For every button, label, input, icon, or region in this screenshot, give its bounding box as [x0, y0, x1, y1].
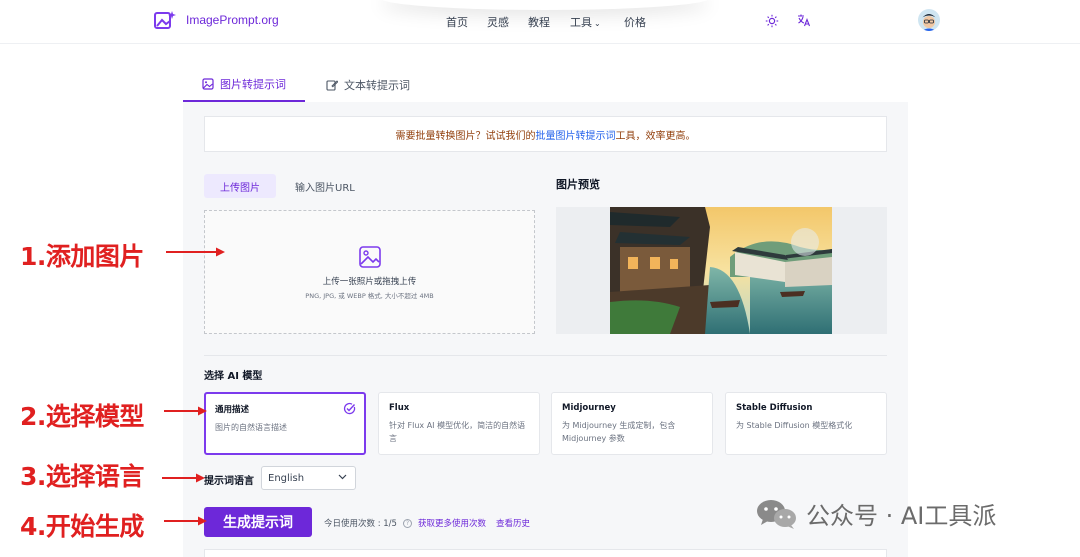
- arrow-right-icon: [162, 473, 205, 483]
- nav-tools-label: 工具: [570, 16, 592, 29]
- view-history-link[interactable]: 查看历史: [496, 517, 530, 529]
- image-upload-icon: [358, 245, 381, 268]
- edit-icon: [326, 80, 338, 91]
- translate-icon[interactable]: [797, 13, 811, 27]
- canal-town-painting: [610, 207, 832, 334]
- language-label: 提示词语言: [204, 476, 254, 487]
- check-circle-icon: [343, 402, 356, 415]
- upload-dropzone[interactable]: 上传一张照片或拖拽上传 PNG, JPG, 或 WEBP 格式, 大小不超过 4…: [204, 210, 535, 334]
- nav-pricing[interactable]: 价格: [624, 14, 646, 30]
- tab-text-to-prompt[interactable]: 文本转提示词: [326, 68, 410, 102]
- arrow-right-icon: [164, 516, 207, 526]
- notice-suffix: 工具，效率更高。: [615, 130, 696, 142]
- model-name: Stable Diffusion: [736, 403, 813, 413]
- model-desc: 针对 Flux AI 模型优化，简洁的自然语言: [389, 421, 526, 443]
- page: ImagePrompt.org 首页 灵感 教程 工具 ⌄ 价格 图片转提示词 …: [0, 0, 1080, 557]
- tab-upload-image[interactable]: 上传图片: [204, 174, 276, 198]
- watermark-text: 公众号 · AI工具派: [806, 502, 997, 530]
- upload-hint: PNG, JPG, 或 WEBP 格式, 大小不超过 4MB: [305, 291, 434, 300]
- wechat-icon: [757, 499, 796, 529]
- batch-notice: 需要批量转换图片？试试我们的 批量图片转提示词 工具，效率更高。: [204, 116, 887, 152]
- annotation-step-4: 4.开始生成: [20, 512, 144, 541]
- generate-prompt-button[interactable]: 生成提示词: [204, 507, 312, 537]
- usage-info: 今日使用次数 : 1/5 ? 获取更多使用次数 查看历史: [324, 517, 530, 529]
- section-divider: [204, 355, 887, 356]
- language-select[interactable]: English: [261, 466, 356, 490]
- nav-inspiration[interactable]: 灵感: [487, 14, 509, 30]
- tab-image-url[interactable]: 输入图片URL: [295, 174, 355, 198]
- model-card-stable-diffusion[interactable]: Stable Diffusion 为 Stable Diffusion 模型格式…: [725, 392, 887, 455]
- nav-tools[interactable]: 工具 ⌄: [570, 14, 601, 30]
- model-card-general[interactable]: 通用描述 图片的自然语言描述: [204, 392, 366, 455]
- watermark: 公众号 · AI工具派: [756, 496, 996, 531]
- usage-count: 今日使用次数 : 1/5: [324, 519, 397, 529]
- info-icon[interactable]: ?: [402, 518, 412, 528]
- image-icon: [202, 78, 214, 90]
- arrow-right-icon: [164, 406, 207, 416]
- tab-image-to-prompt[interactable]: 图片转提示词: [183, 68, 305, 102]
- logo[interactable]: ImagePrompt.org: [154, 10, 279, 30]
- preview-image: [610, 207, 832, 334]
- top-nav: ImagePrompt.org 首页 灵感 教程 工具 ⌄ 价格: [0, 0, 1080, 44]
- upload-title: 上传一张照片或拖拽上传: [322, 276, 417, 287]
- arrow-right-icon: [166, 247, 225, 257]
- chevron-down-icon: ⌄: [594, 19, 601, 28]
- tab-text-to-prompt-label: 文本转提示词: [344, 79, 410, 92]
- model-name: Midjourney: [562, 403, 616, 413]
- batch-tool-link[interactable]: 批量图片转提示词: [536, 127, 616, 142]
- result-area-edge: [204, 549, 887, 557]
- model-section-label: 选择 AI 模型: [204, 371, 263, 382]
- get-more-usage-link[interactable]: 获取更多使用次数: [418, 517, 486, 529]
- preview-title: 图片预览: [556, 178, 600, 191]
- annotation-step-3: 3.选择语言: [20, 462, 144, 491]
- model-name: 通用描述: [215, 405, 250, 415]
- annotation-step-2: 2.选择模型: [20, 402, 144, 431]
- model-desc: 图片的自然语言描述: [215, 423, 287, 432]
- sun-icon[interactable]: [765, 14, 779, 28]
- chevron-down-icon: [338, 472, 347, 484]
- nav-tutorials[interactable]: 教程: [528, 14, 550, 30]
- model-desc: 为 Midjourney 生成定制，包含 Midjourney 参数: [562, 421, 676, 443]
- avatar-face-icon: [922, 14, 936, 31]
- notice-prefix: 需要批量转换图片？试试我们的: [395, 130, 536, 142]
- logo-text: ImagePrompt.org: [186, 13, 279, 27]
- language-value: English: [268, 472, 305, 484]
- tab-image-to-prompt-label: 图片转提示词: [220, 78, 286, 91]
- nav-shadow: [380, 0, 710, 10]
- annotation-step-1: 1.添加图片: [20, 242, 144, 271]
- nav-home[interactable]: 首页: [446, 14, 468, 30]
- model-card-midjourney[interactable]: Midjourney 为 Midjourney 生成定制，包含 Midjourn…: [551, 392, 713, 455]
- model-name: Flux: [389, 403, 410, 413]
- model-desc: 为 Stable Diffusion 模型格式化: [736, 421, 853, 430]
- image-sparkle-icon: [154, 11, 176, 29]
- model-card-flux[interactable]: Flux 针对 Flux AI 模型优化，简洁的自然语言: [378, 392, 540, 455]
- avatar[interactable]: [918, 9, 940, 31]
